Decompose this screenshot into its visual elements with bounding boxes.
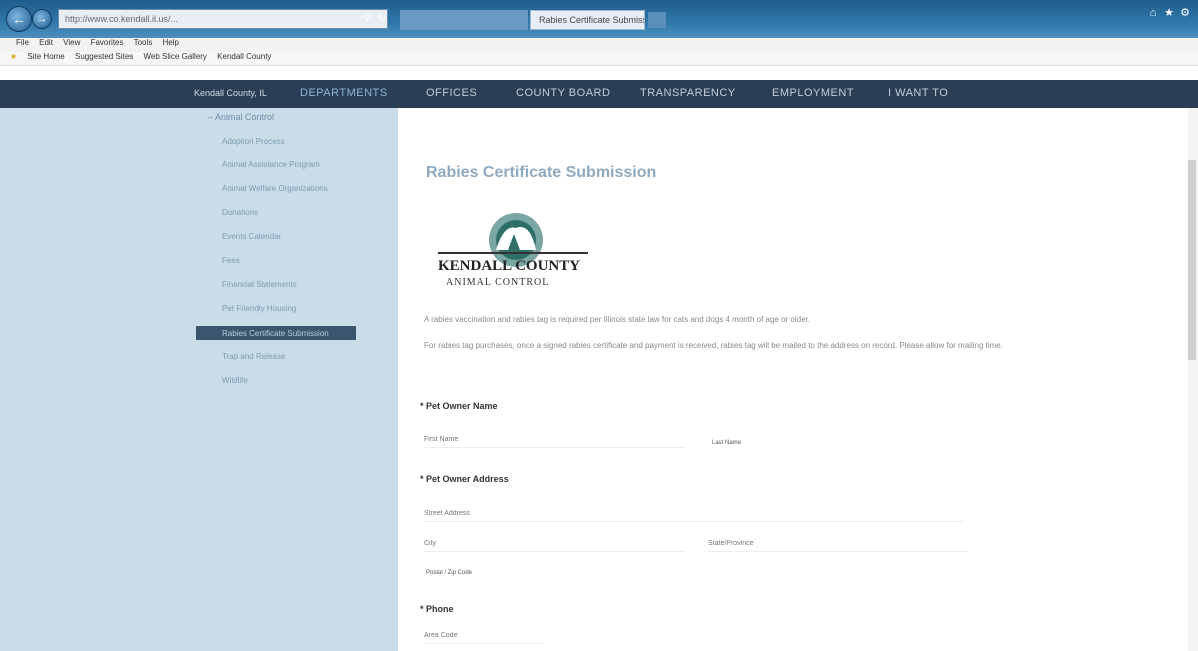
sidebar-item[interactable]: Pet Friendly Housing xyxy=(222,304,296,313)
page-scrollbar[interactable] xyxy=(1188,108,1198,651)
page-title: Rabies Certificate Submission xyxy=(426,164,657,181)
gear-icon[interactable]: ⚙ xyxy=(1178,6,1192,20)
favorites-bar: ★ Site Home Suggested Sites Web Slice Ga… xyxy=(0,52,1198,66)
sidebar-heading[interactable]: – Animal Control xyxy=(208,112,274,122)
menu-view[interactable]: View xyxy=(63,38,80,47)
sidebar-item[interactable]: Donations xyxy=(222,208,258,217)
tab-1[interactable] xyxy=(400,10,528,30)
sidebar: – Animal Control Adoption Process Animal… xyxy=(0,108,398,651)
forward-button[interactable]: → xyxy=(32,9,52,29)
intro-paragraph-1: A rabies vaccination and rabies tag is r… xyxy=(424,315,810,324)
phone-label: * Phone xyxy=(420,604,454,614)
nav-i-want-to[interactable]: I WANT TO xyxy=(888,87,948,99)
sidebar-item[interactable]: Wildlife xyxy=(222,376,248,385)
owner-address-label: * Pet Owner Address xyxy=(420,474,509,484)
zip-label: Postal / Zip Code xyxy=(426,570,473,576)
nav-offices[interactable]: OFFICES xyxy=(426,87,477,99)
sidebar-item[interactable]: Fees xyxy=(222,256,240,265)
street-address-input[interactable] xyxy=(424,506,964,522)
last-name-label: Last Name xyxy=(712,440,742,446)
favorites-star-icon[interactable]: ★ xyxy=(1162,6,1176,20)
sidebar-item-rabies-certificate[interactable]: Rabies Certificate Submission xyxy=(196,326,356,340)
tab-rabies-certificate[interactable]: Rabies Certificate Submiss... xyxy=(530,10,645,30)
sidebar-item[interactable]: Events Calendar xyxy=(222,232,281,241)
favorite-link[interactable]: Web Slice Gallery xyxy=(144,52,207,61)
favorite-link[interactable]: Site Home xyxy=(27,52,64,61)
first-name-input[interactable] xyxy=(424,432,684,448)
back-button[interactable]: ← xyxy=(6,6,32,32)
favorite-link[interactable]: Kendall County xyxy=(217,52,271,61)
sidebar-item[interactable]: Animal Welfare Organizations xyxy=(222,184,328,193)
sidebar-item[interactable]: Financial Statements xyxy=(222,280,297,289)
menu-file[interactable]: File xyxy=(16,38,29,47)
forward-arrow-icon: → xyxy=(36,13,48,25)
menu-help[interactable]: Help xyxy=(163,38,179,47)
back-arrow-icon: ← xyxy=(12,11,26,27)
kendall-county-animal-control-logo: KENDALL COUNTY ANIMAL CONTROL xyxy=(438,213,588,288)
search-icon[interactable]: ⚲ xyxy=(364,10,376,28)
city-input[interactable] xyxy=(424,536,684,552)
main-content: Rabies Certificate Submission KENDALL CO… xyxy=(398,108,1198,651)
address-bar[interactable]: http://www.co.kendall.il.us/... xyxy=(58,9,388,29)
favorite-link[interactable]: Suggested Sites xyxy=(75,52,133,61)
site-nav: Kendall County, IL DEPARTMENTS OFFICES C… xyxy=(0,80,1198,108)
sidebar-item[interactable]: Trap and Release xyxy=(222,352,285,361)
sidebar-item[interactable]: Adoption Process xyxy=(222,137,285,146)
nav-departments[interactable]: DEPARTMENTS xyxy=(300,87,388,99)
browser-menubar: File Edit View Favorites Tools Help xyxy=(0,38,1198,52)
owner-name-label: * Pet Owner Name xyxy=(420,401,498,411)
scrollbar-thumb[interactable] xyxy=(1188,160,1196,360)
menu-edit[interactable]: Edit xyxy=(39,38,53,47)
menu-tools[interactable]: Tools xyxy=(134,38,153,47)
home-icon[interactable]: ⌂ xyxy=(1146,6,1160,20)
nav-transparency[interactable]: TRANSPARENCY xyxy=(640,87,736,99)
nav-employment[interactable]: EMPLOYMENT xyxy=(772,87,854,99)
menu-favorites[interactable]: Favorites xyxy=(91,38,124,47)
browser-titlebar: ← → http://www.co.kendall.il.us/... ⚲ ↻ … xyxy=(0,0,1198,38)
logo-line-1: KENDALL COUNTY xyxy=(438,258,580,274)
nav-county-board[interactable]: COUNTY BOARD xyxy=(516,87,610,99)
favorites-star-icon: ★ xyxy=(10,52,18,61)
state-input[interactable] xyxy=(708,536,968,552)
intro-paragraph-2: For rabies tag purchases, once a signed … xyxy=(424,341,1003,350)
new-tab-button[interactable] xyxy=(648,12,666,28)
sidebar-item[interactable]: Animal Assistance Program xyxy=(222,160,320,169)
phone-input[interactable] xyxy=(424,628,544,644)
site-brand[interactable]: Kendall County, IL xyxy=(194,88,267,98)
refresh-icon[interactable]: ↻ xyxy=(378,10,390,28)
logo-line-2: ANIMAL CONTROL xyxy=(446,277,549,288)
